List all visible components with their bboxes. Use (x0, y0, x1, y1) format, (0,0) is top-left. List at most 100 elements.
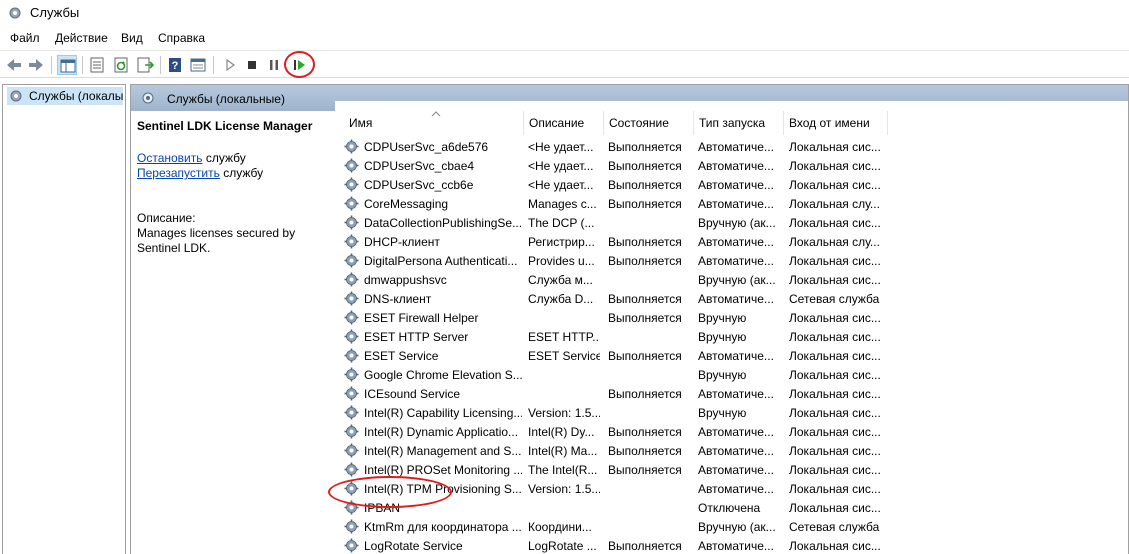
table-row[interactable]: CDPUserSvc_a6de576 <Не удает... Выполняетс… (335, 137, 1128, 156)
table-row[interactable]: Intel(R) TPM Provisioning S... Version: 1… (335, 479, 1128, 498)
cell-description: Provides u... (528, 254, 595, 268)
cell-description: Manages c... (528, 197, 597, 211)
selected-service-name: Sentinel LDK License Manager (137, 119, 313, 133)
service-gear-icon (343, 537, 360, 554)
table-row[interactable]: DHCP-клиент Регистрир... Выполняется Автома… (335, 232, 1128, 251)
pause-service-icon[interactable] (264, 55, 284, 75)
cell-logon-as: Локальная сис... (789, 368, 881, 382)
table-row[interactable]: ESET Firewall Helper Выполняется Вручную Ло… (335, 308, 1128, 327)
table-row[interactable]: DataCollectionPublishingSe... The DCP (..… (335, 213, 1128, 232)
cell-name: CDPUserSvc_a6de576 (364, 140, 489, 154)
table-row[interactable]: dmwappushsvc Служба м... Вручную (ак... Лок… (335, 270, 1128, 289)
cell-description: The DCP (... (528, 216, 595, 230)
highlight-circle (284, 51, 315, 78)
restart-service-link[interactable]: Перезапустить (137, 166, 220, 180)
cell-description: Служба м... (528, 273, 593, 287)
service-gear-icon (343, 157, 360, 174)
cell-description: ESET Service (528, 349, 600, 363)
table-row[interactable]: ESET Service ESET Service Выполняется Автом… (335, 346, 1128, 365)
console-tree: Службы (локалы (2, 84, 126, 554)
properties-icon[interactable] (87, 55, 107, 75)
export-list-icon[interactable] (135, 55, 155, 75)
table-row[interactable]: Intel(R) PROSet Monitoring ... The Intel(… (335, 460, 1128, 479)
service-details-panel: Sentinel LDK License Manager Остановить … (131, 111, 333, 554)
cell-name: ICEsound Service (364, 387, 461, 401)
cell-startup-type: Автоматиче... (698, 463, 774, 477)
cell-logon-as: Локальная слу... (789, 235, 880, 249)
cell-name: Intel(R) Management and S... (364, 444, 522, 458)
cell-logon-as: Сетевая служба (789, 520, 880, 534)
cell-logon-as: Локальная сис... (789, 387, 881, 401)
restart-suffix: службу (219, 166, 264, 180)
toolbar-separator (213, 56, 214, 74)
table-row[interactable]: KtmRm для координатора ... Координи... Вру… (335, 517, 1128, 536)
service-gear-icon (343, 385, 360, 402)
cell-startup-type: Отключена (698, 501, 761, 515)
cell-startup-type: Вручную (ак... (698, 216, 776, 230)
menu-help[interactable]: Справка (158, 31, 205, 45)
cell-name: DNS-клиент (364, 292, 432, 306)
start-service-icon[interactable] (220, 55, 240, 75)
cell-state: Выполняется (608, 140, 682, 154)
table-row[interactable]: Intel(R) Management and S... Intel(R) Ma.… (335, 441, 1128, 460)
table-row[interactable]: Google Chrome Elevation S... Вручную Локал… (335, 365, 1128, 384)
cell-state: Выполняется (608, 425, 682, 439)
table-row[interactable]: CoreMessaging Manages c... Выполняется Авто… (335, 194, 1128, 213)
table-row[interactable]: IPBAN Отключена Локальная сис... (335, 498, 1128, 517)
forward-arrow-icon[interactable] (26, 55, 46, 75)
title-bar: Службы (0, 0, 1129, 26)
table-row[interactable]: ICEsound Service Выполняется Автоматиче...… (335, 384, 1128, 403)
view-icon[interactable] (188, 55, 208, 75)
column-header-state[interactable]: Состояние (603, 111, 693, 135)
help-icon[interactable]: ? (165, 55, 185, 75)
cell-startup-type: Автоматиче... (698, 387, 774, 401)
cell-name: LogRotate Service (364, 539, 463, 553)
services-pane: Службы (локальные) Sentinel LDK License … (130, 84, 1129, 554)
service-gear-icon (343, 518, 360, 535)
services-gear-icon (9, 89, 23, 103)
cell-name: CDPUserSvc_ccb6e (364, 178, 474, 192)
service-gear-icon (343, 366, 360, 383)
column-header-description[interactable]: Описание (523, 111, 603, 135)
cell-startup-type: Автоматиче... (698, 444, 774, 458)
service-gear-icon (343, 404, 360, 421)
cell-description: Intel(R) Ma... (528, 444, 598, 458)
table-row[interactable]: CDPUserSvc_ccb6e <Не удает... Выполняется А… (335, 175, 1128, 194)
cell-description: <Не удает... (528, 159, 594, 173)
cell-state: Выполняется (608, 311, 682, 325)
table-row[interactable]: Intel(R) Capability Licensing... Version:… (335, 403, 1128, 422)
stop-service-icon[interactable] (242, 55, 262, 75)
console-tree-icon[interactable] (57, 55, 77, 75)
services-gear-icon (8, 6, 22, 20)
cell-startup-type: Вручную (698, 311, 747, 325)
cell-name: Intel(R) Capability Licensing... (364, 406, 522, 420)
toolbar-separator (51, 56, 52, 74)
column-header-logon-as[interactable]: Вход от имени (783, 111, 887, 135)
cell-description: Служба D... (528, 292, 594, 306)
stop-service-link[interactable]: Остановить (137, 151, 203, 165)
cell-startup-type: Автоматиче... (698, 292, 774, 306)
table-row[interactable]: DNS-клиент Служба D... Выполняется Автомати… (335, 289, 1128, 308)
cell-name: ESET HTTP Server (364, 330, 469, 344)
table-row[interactable]: CDPUserSvc_cbae4 <Не удает... Выполняется А… (335, 156, 1128, 175)
menu-action[interactable]: Действие (55, 31, 108, 45)
cell-description: Version: 1.5... (528, 482, 600, 496)
cell-name: Intel(R) Dynamic Applicatio... (364, 425, 519, 439)
menu-file[interactable]: Файл (10, 31, 40, 45)
cell-logon-as: Локальная сис... (789, 140, 881, 154)
table-row[interactable]: Intel(R) Dynamic Applicatio... Intel(R) D… (335, 422, 1128, 441)
cell-logon-as: Локальная сис... (789, 463, 881, 477)
table-row[interactable]: LogRotate Service LogRotate ... Выполняетс… (335, 536, 1128, 554)
table-row[interactable]: ESET HTTP Server ESET HTTP... Вручную Локал… (335, 327, 1128, 346)
back-arrow-icon[interactable] (4, 55, 24, 75)
column-header-name[interactable]: Имя (343, 111, 523, 135)
column-separator[interactable] (887, 111, 888, 135)
cell-logon-as: Локальная сис... (789, 482, 881, 496)
refresh-icon[interactable] (111, 55, 131, 75)
table-row[interactable]: DigitalPersona Authenticati... Provides u… (335, 251, 1128, 270)
column-header-startup-type[interactable]: Тип запуска (693, 111, 783, 135)
service-gear-icon (343, 176, 360, 193)
tree-node-services-local[interactable]: Службы (локалы (7, 87, 123, 105)
menu-view[interactable]: Вид (121, 31, 143, 45)
cell-description: <Не удает... (528, 140, 594, 154)
